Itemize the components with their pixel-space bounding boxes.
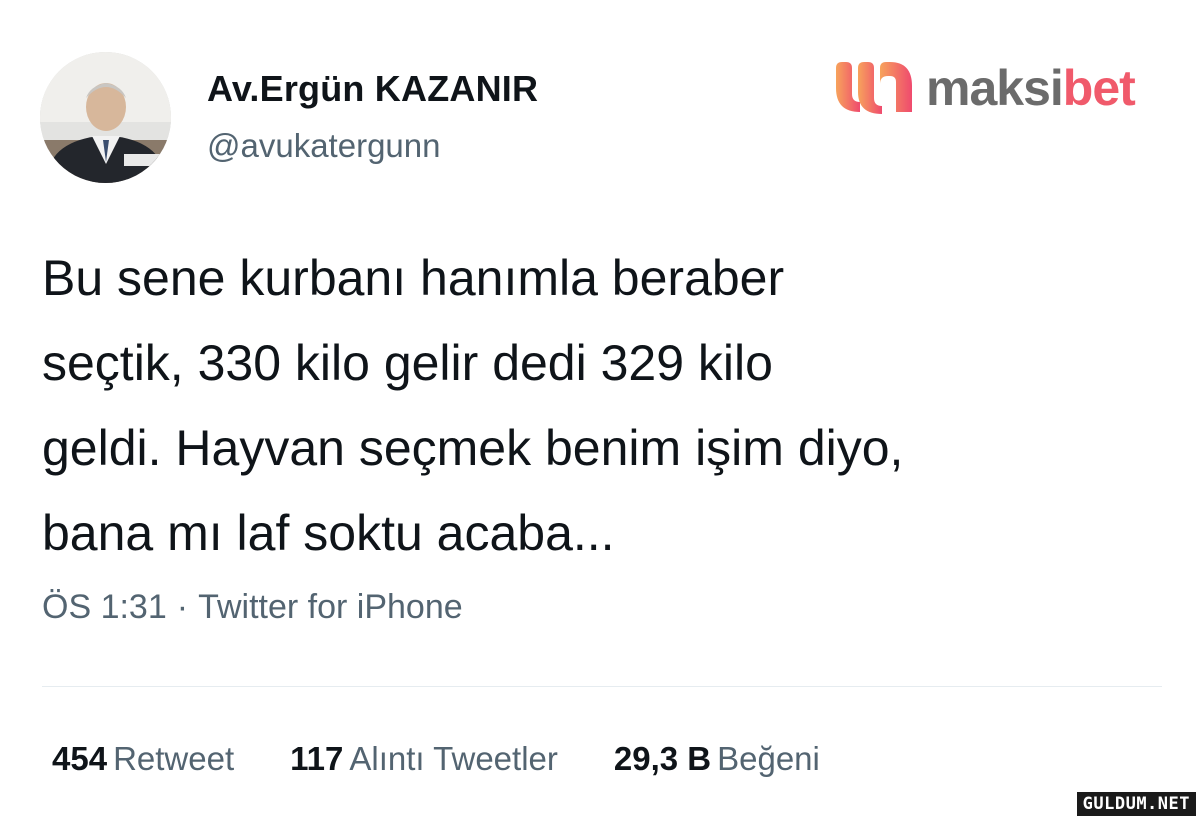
avatar[interactable] [40,52,171,183]
tweet-text: Bu sene kurbanı hanımla beraber seçtik, … [42,250,904,561]
tweet-metadata: ÖS 1:31 · Twitter for iPhone [42,588,463,627]
divider [42,686,1162,687]
tweet-source[interactable]: Twitter for iPhone [198,588,463,627]
brand-name-part1: maksi [926,60,1064,116]
author-handle[interactable]: @avukatergunn [207,127,440,165]
tweet-time[interactable]: ÖS 1:31 [42,588,167,627]
retweets-label: Retweet [113,740,235,777]
tweet-card: Av.Ergün KAZANIR @avukatergunn maksibet … [0,0,1200,818]
avatar-photo [40,52,171,183]
likes-label: Beğeni [717,740,820,777]
brand-logo: maksibet [832,56,1136,120]
brand-name-part2: bet [1062,60,1136,116]
site-watermark: GULDUM.NET [1076,792,1196,816]
retweets-count: 454 [52,740,108,777]
likes-stat[interactable]: 29,3 B Beğeni [614,740,820,778]
quote-tweets-label: Alıntı Tweetler [349,740,558,777]
author-display-name[interactable]: Av.Ergün KAZANIR [207,68,538,110]
quote-tweets-stat[interactable]: 117 Alıntı Tweetler [290,740,558,778]
maksibet-logo-icon [836,62,912,114]
retweets-stat[interactable]: 454 Retweet [52,740,234,778]
likes-count: 29,3 B [613,740,712,777]
meta-separator: · [176,588,189,626]
quote-tweets-count: 117 [290,740,344,777]
tweet-stats: 454 Retweet 117 Alıntı Tweetler 29,3 B Beğe… [52,740,876,778]
brand-wordmark: maksibet [926,60,1136,116]
